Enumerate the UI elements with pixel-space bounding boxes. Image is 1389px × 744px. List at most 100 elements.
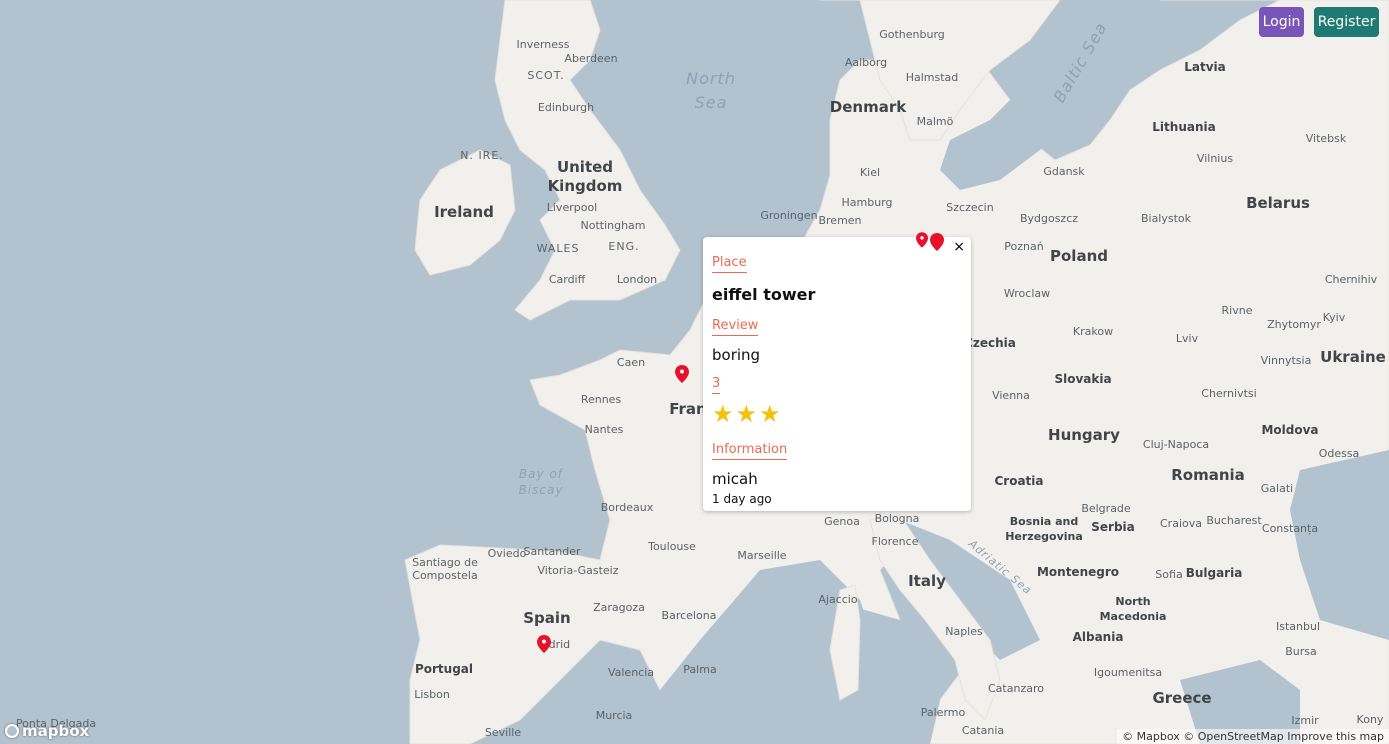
city-label: Malmö (917, 115, 954, 128)
country-label: North (1115, 595, 1150, 608)
city-label: Wroclaw (1004, 287, 1050, 300)
city-label: SCOT. (527, 69, 564, 82)
city-label: London (617, 273, 657, 286)
map-marker[interactable] (929, 233, 944, 251)
place-name: eiffel tower (712, 285, 816, 304)
city-label: Inverness (516, 38, 569, 51)
city-label: Zhytomyr (1267, 318, 1321, 331)
country-label: Belarus (1246, 194, 1310, 212)
login-button[interactable]: Login (1259, 7, 1304, 37)
city-label: Valencia (608, 666, 654, 679)
country-label: Slovakia (1054, 372, 1111, 386)
country-label: Herzegovina (1005, 530, 1083, 543)
city-label: Edinburgh (538, 101, 594, 114)
city-label: N. IRE. (460, 149, 504, 162)
sea-label: North (686, 69, 736, 88)
city-label: Rennes (581, 393, 622, 406)
username: micah (712, 470, 758, 488)
city-label: Bialystok (1141, 212, 1192, 225)
city-label: Groningen (760, 209, 817, 222)
country-label: Greece (1152, 689, 1211, 707)
country-label: Fran (669, 400, 707, 418)
city-label: Vienna (992, 389, 1030, 402)
country-label: Latvia (1184, 60, 1226, 74)
city-label: Chernihiv (1325, 273, 1378, 286)
city-label: Genoa (824, 515, 860, 528)
country-label: Poland (1050, 247, 1108, 265)
city-label: Halmstad (906, 71, 959, 84)
mapbox-logo[interactable]: mapbox (5, 722, 89, 740)
country-label: Denmark (830, 98, 907, 116)
pin-icon (916, 232, 928, 248)
map-marker[interactable] (675, 365, 689, 383)
place-popup: × Place eiffel tower Review boring 3 ★★★… (703, 232, 971, 511)
city-label: Naples (945, 625, 983, 638)
city-label: Bologna (875, 512, 920, 525)
city-label: Santander (524, 545, 581, 558)
place-label: Place (712, 255, 747, 273)
city-label: Oviedo (488, 547, 527, 560)
city-label: Bydgoszcz (1020, 212, 1078, 225)
city-label: Chernivtsi (1201, 387, 1256, 400)
timestamp: 1 day ago (712, 492, 772, 506)
city-label: Marseille (737, 549, 786, 562)
review-label: Review (712, 318, 759, 336)
rating-stars: ★★★ (712, 400, 961, 428)
city-label: Igoumenitsa (1094, 666, 1162, 679)
city-label: Florence (872, 535, 919, 548)
city-label: Vitoria-Gasteiz (538, 564, 619, 577)
country-label: Ireland (434, 203, 494, 221)
sea-label: Sea (695, 93, 728, 112)
city-label: Kiel (860, 166, 880, 179)
city-label: Barcelona (662, 609, 717, 622)
star-icon: ★ (759, 400, 783, 428)
country-label: Ukraine (1320, 348, 1386, 366)
city-label: Constanța (1262, 522, 1318, 535)
city-label: Aberdeen (564, 52, 617, 65)
city-label: Odessa (1319, 447, 1360, 460)
country-label: Hungary (1048, 426, 1120, 444)
rating-label: 3 (712, 376, 721, 394)
city-label: Bucharest (1206, 514, 1262, 527)
map-marker[interactable] (916, 232, 930, 250)
country-label: United (557, 158, 613, 176)
city-label: Vitebsk (1306, 132, 1347, 145)
city-label: Szczecin (946, 201, 993, 214)
city-label: Lviv (1176, 332, 1199, 345)
country-label: Bosnia and (1010, 515, 1078, 528)
country-label: Romania (1171, 466, 1245, 484)
city-label: Cluj-Napoca (1143, 438, 1209, 451)
city-label: Bordeaux (601, 501, 654, 514)
register-button[interactable]: Register (1314, 7, 1379, 37)
country-label: Italy (908, 572, 946, 590)
city-label: Cardiff (549, 273, 586, 286)
city-label: Rivne (1222, 304, 1253, 317)
map-attribution[interactable]: © Mapbox © OpenStreetMap Improve this ma… (1117, 729, 1389, 744)
country-label: Czechia (964, 336, 1016, 350)
city-label: Bursa (1285, 645, 1317, 658)
city-label: Ajaccio (818, 593, 857, 606)
review-text: boring (712, 346, 761, 364)
pin-icon (930, 233, 944, 251)
country-label: Spain (523, 609, 570, 627)
city-label: Kyiv (1323, 311, 1346, 324)
city-label: Poznań (1004, 240, 1043, 253)
city-label: Bremen (818, 214, 861, 227)
city-label: Lisbon (414, 688, 450, 701)
close-icon[interactable]: × (953, 239, 965, 255)
map-canvas[interactable]: NorthSea Baltic SeaBay ofBiscayAdriatic S… (0, 0, 1389, 744)
city-label: ENG. (608, 240, 639, 253)
mapbox-logo-icon (5, 724, 19, 738)
country-label: Bulgaria (1186, 566, 1243, 580)
map-marker[interactable] (537, 635, 551, 653)
star-icon: ★ (712, 400, 736, 428)
city-label: Caen (617, 356, 645, 369)
city-label: WALES (537, 242, 580, 255)
city-label: Palma (683, 663, 716, 676)
city-label: Krakow (1073, 325, 1113, 338)
city-label: Craiova (1160, 517, 1202, 530)
country-label: Portugal (415, 662, 473, 676)
city-label: Gdansk (1043, 165, 1085, 178)
country-label: Kingdom (548, 177, 623, 195)
city-label: Kony (1357, 713, 1384, 726)
